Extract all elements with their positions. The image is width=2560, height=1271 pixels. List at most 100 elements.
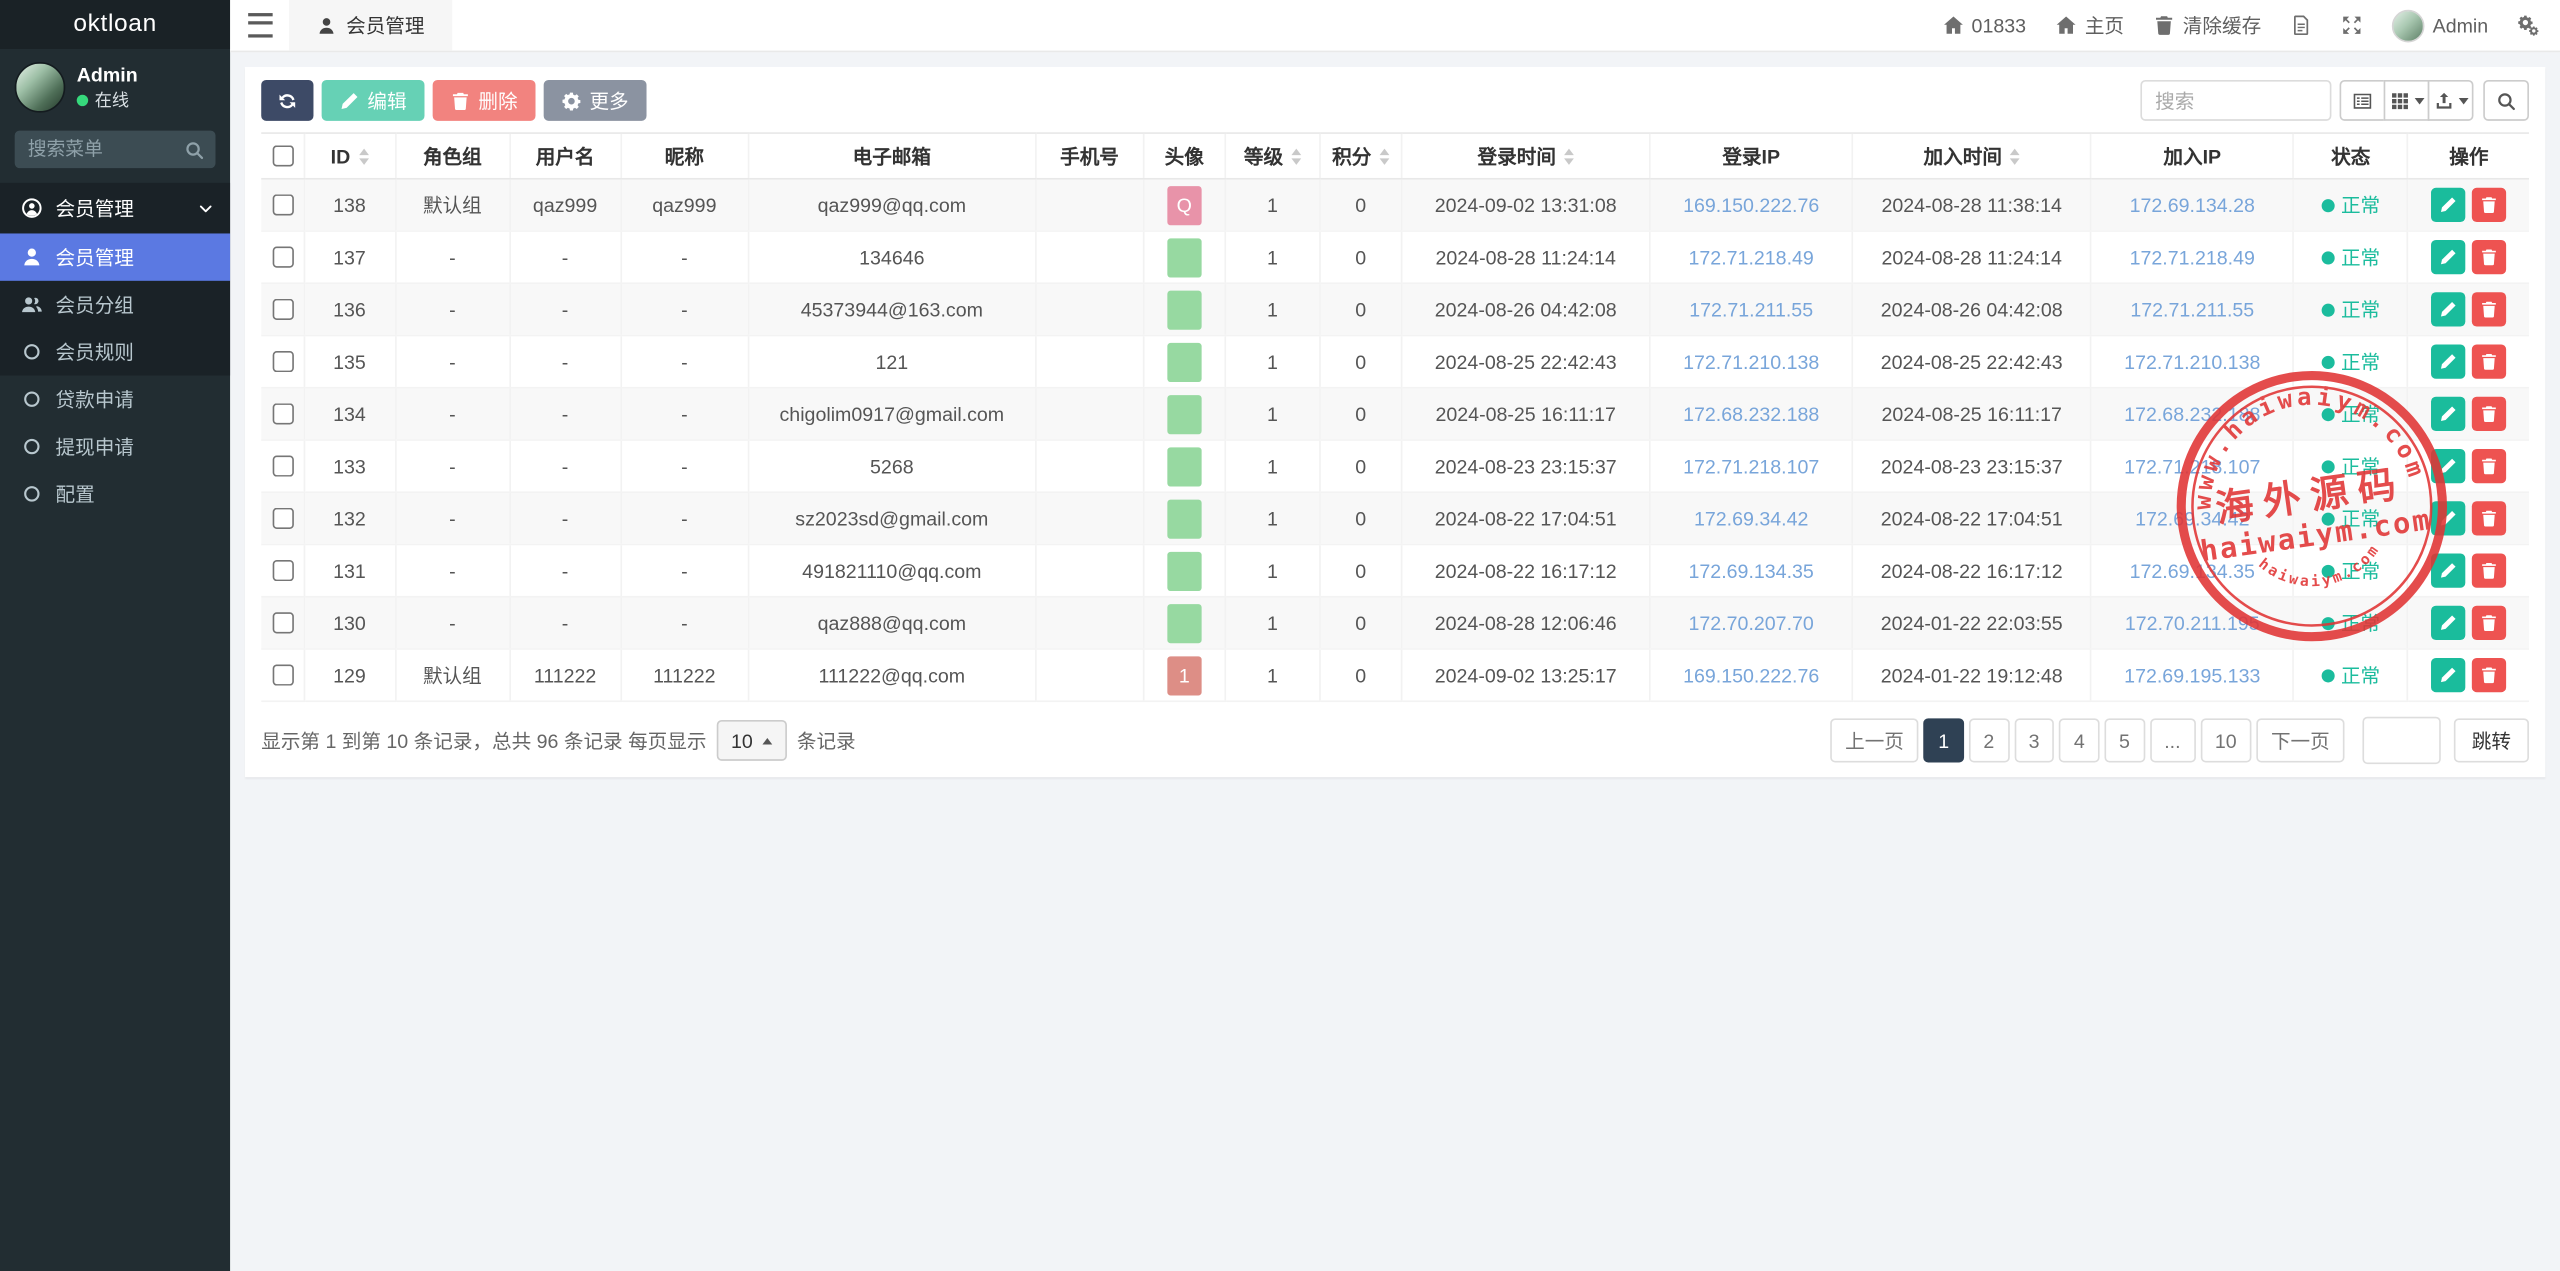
- clear-cache-button[interactable]: 清除缓存: [2139, 0, 2276, 51]
- login-ip-link[interactable]: 169.150.222.76: [1683, 193, 1819, 216]
- user-menu[interactable]: Admin: [2377, 0, 2503, 51]
- page-button[interactable]: 10: [2200, 719, 2251, 763]
- row-delete-button[interactable]: [2472, 188, 2506, 222]
- join-ip-link[interactable]: 172.71.218.107: [2124, 455, 2260, 478]
- join-ip-link[interactable]: 172.68.232.188: [2124, 402, 2260, 425]
- row-edit-button[interactable]: [2431, 397, 2465, 431]
- login-ip-link[interactable]: 172.71.210.138: [1683, 350, 1819, 373]
- row-checkbox[interactable]: [273, 612, 294, 633]
- row-edit-button[interactable]: [2431, 344, 2465, 378]
- row-delete-button[interactable]: [2472, 240, 2506, 274]
- join-ip-link[interactable]: 172.69.195.133: [2124, 664, 2260, 687]
- table-row: 135---121102024-08-25 22:42:43172.71.210…: [261, 336, 2529, 388]
- table-row: 134---chigolim0917@gmail.com102024-08-25…: [261, 388, 2529, 440]
- join-ip-link[interactable]: 172.69.34.42: [2135, 507, 2249, 530]
- page-button[interactable]: 2: [1969, 719, 2009, 763]
- row-delete-button[interactable]: [2472, 606, 2506, 640]
- row-delete-button[interactable]: [2472, 292, 2506, 326]
- cell-username: -: [510, 388, 621, 440]
- page-button[interactable]: 4: [2059, 719, 2099, 763]
- page-button[interactable]: 5: [2104, 719, 2144, 763]
- row-edit-button[interactable]: [2431, 658, 2465, 692]
- columns-button[interactable]: [2384, 80, 2430, 121]
- login-ip-link[interactable]: 172.69.34.42: [1694, 507, 1808, 530]
- row-checkbox[interactable]: [273, 508, 294, 529]
- page-button[interactable]: 下一页: [2256, 718, 2344, 762]
- login-ip-link[interactable]: 172.70.207.70: [1689, 611, 1814, 634]
- row-edit-button[interactable]: [2431, 606, 2465, 640]
- fullscreen-button[interactable]: [2327, 0, 2378, 51]
- homepage-link[interactable]: 主页: [2041, 0, 2139, 51]
- page-button[interactable]: 1: [1924, 719, 1964, 763]
- login-ip-link[interactable]: 172.68.232.188: [1683, 402, 1819, 425]
- sidebar-item-member-management[interactable]: 会员管理: [0, 234, 230, 281]
- sidebar-item-withdraw-apply[interactable]: 提现申请: [0, 423, 230, 470]
- join-ip-link[interactable]: 172.71.218.49: [2130, 246, 2255, 269]
- page-button[interactable]: 3: [2014, 719, 2054, 763]
- row-checkbox[interactable]: [273, 194, 294, 215]
- row-checkbox[interactable]: [273, 299, 294, 320]
- row-delete-button[interactable]: [2472, 553, 2506, 587]
- brand-logo[interactable]: oktloan: [0, 0, 230, 49]
- login-ip-link[interactable]: 172.71.218.49: [1689, 246, 1814, 269]
- edit-button[interactable]: 编辑: [322, 80, 425, 121]
- join-ip-link[interactable]: 172.71.210.138: [2124, 350, 2260, 373]
- row-delete-button[interactable]: [2472, 449, 2506, 483]
- page-jump-input[interactable]: [2362, 717, 2440, 764]
- page-button[interactable]: 上一页: [1830, 718, 1918, 762]
- login-ip-link[interactable]: 172.71.211.55: [1689, 298, 1813, 321]
- join-ip-link[interactable]: 172.69.134.35: [2130, 559, 2255, 582]
- sidebar-item-member-management-parent[interactable]: 会员管理: [0, 183, 230, 234]
- row-delete-button[interactable]: [2472, 344, 2506, 378]
- row-checkbox[interactable]: [273, 403, 294, 424]
- row-delete-button[interactable]: [2472, 397, 2506, 431]
- search-submit-button[interactable]: [2483, 80, 2529, 121]
- cell-status: 正常: [2294, 283, 2408, 335]
- refresh-button[interactable]: [261, 80, 313, 121]
- row-edit-button[interactable]: [2431, 449, 2465, 483]
- row-delete-button[interactable]: [2472, 658, 2506, 692]
- page-button[interactable]: ...: [2150, 719, 2196, 763]
- login-ip-link[interactable]: 172.69.134.35: [1689, 559, 1814, 582]
- more-button[interactable]: 更多: [544, 80, 647, 121]
- join-ip-link[interactable]: 172.69.134.28: [2130, 193, 2255, 216]
- row-checkbox[interactable]: [273, 247, 294, 268]
- column-header-level[interactable]: 等级: [1225, 133, 1320, 179]
- row-checkbox[interactable]: [273, 351, 294, 372]
- column-header-nickname: 昵称: [621, 133, 748, 179]
- column-header-login-time[interactable]: 登录时间: [1402, 133, 1650, 179]
- sidebar-toggle-button[interactable]: [230, 0, 289, 51]
- join-ip-link[interactable]: 172.70.211.195: [2125, 611, 2260, 634]
- sidebar-item-member-rules[interactable]: 会员规则: [0, 328, 230, 375]
- settings-button[interactable]: [2503, 0, 2554, 51]
- login-ip-link[interactable]: 172.71.218.107: [1683, 455, 1819, 478]
- language-button[interactable]: [2276, 0, 2327, 51]
- column-header-score[interactable]: 积分: [1320, 133, 1402, 179]
- page-jump-button[interactable]: 跳转: [2454, 718, 2529, 762]
- search-input[interactable]: [2140, 80, 2331, 121]
- export-button[interactable]: [2428, 80, 2474, 121]
- row-edit-button[interactable]: [2431, 553, 2465, 587]
- page-size-dropdown[interactable]: 10: [716, 720, 787, 761]
- row-delete-button[interactable]: [2472, 501, 2506, 535]
- row-edit-button[interactable]: [2431, 292, 2465, 326]
- row-edit-button[interactable]: [2431, 240, 2465, 274]
- detail-view-button[interactable]: [2340, 80, 2386, 121]
- row-checkbox[interactable]: [273, 664, 294, 685]
- join-ip-link[interactable]: 172.71.211.55: [2130, 298, 2254, 321]
- row-edit-button[interactable]: [2431, 501, 2465, 535]
- row-edit-button[interactable]: [2431, 188, 2465, 222]
- sidebar-item-member-groups[interactable]: 会员分组: [0, 281, 230, 328]
- site-id-link[interactable]: 01833: [1927, 0, 2040, 51]
- sidebar-item-config[interactable]: 配置: [0, 471, 230, 518]
- cell-phone: [1036, 649, 1144, 701]
- sidebar-item-loan-apply[interactable]: 贷款申请: [0, 376, 230, 423]
- row-checkbox[interactable]: [273, 560, 294, 581]
- column-header-join-time[interactable]: 加入时间: [1852, 133, 2091, 179]
- row-checkbox[interactable]: [273, 456, 294, 477]
- select-all-checkbox[interactable]: [272, 145, 293, 166]
- tab-member-management[interactable]: 会员管理: [289, 0, 452, 51]
- column-header-id[interactable]: ID: [304, 133, 395, 179]
- delete-button[interactable]: 删除: [433, 80, 536, 121]
- login-ip-link[interactable]: 169.150.222.76: [1683, 664, 1819, 687]
